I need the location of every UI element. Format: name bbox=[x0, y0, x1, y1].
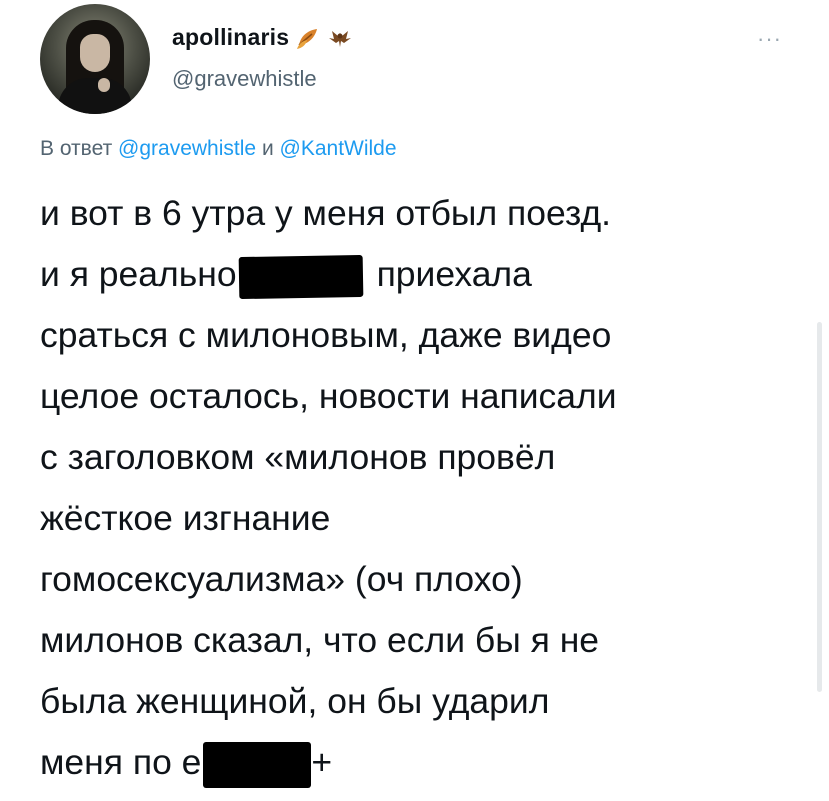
redaction-mark bbox=[238, 254, 363, 299]
tweet-line-10-start: меня по е bbox=[40, 742, 202, 782]
author-handle[interactable]: @gravewhistle bbox=[172, 66, 317, 92]
reply-mention-kantwilde[interactable]: @KantWilde bbox=[280, 137, 397, 160]
tweet-card: apollinaris @gravewhistle ··· В ответ @g… bbox=[0, 0, 829, 801]
reply-conjunction: и bbox=[261, 137, 274, 160]
scrollbar[interactable] bbox=[817, 322, 822, 692]
avatar-hand bbox=[98, 78, 110, 92]
autumn-leaf-icon bbox=[297, 28, 318, 49]
avatar[interactable] bbox=[40, 4, 150, 114]
tweet-line-10-end: + bbox=[311, 742, 333, 782]
bat-icon bbox=[329, 30, 352, 47]
display-name[interactable]: apollinaris bbox=[172, 24, 289, 51]
tweet-line-10: меня по е + bbox=[40, 732, 800, 793]
tweet-line-7: гомосексуализма» (оч плохо) bbox=[40, 559, 523, 599]
tweet-line-2-end: приехала bbox=[376, 254, 532, 294]
tweet-line-4: целое осталось, новости написали bbox=[40, 376, 617, 416]
tweet-line-3: сраться с милоновым, даже видео bbox=[40, 315, 612, 355]
author-name-row[interactable]: apollinaris bbox=[172, 24, 353, 51]
avatar-face bbox=[80, 34, 110, 72]
tweet-text: и вот в 6 утра у меня отбыл поезд. и я р… bbox=[40, 183, 800, 793]
tweet-line-1: и вот в 6 утра у меня отбыл поезд. bbox=[40, 193, 612, 233]
tweet-line-9: была женщиной, он бы ударил bbox=[40, 681, 550, 721]
tweet-line-2: и я реально приехала bbox=[40, 244, 800, 305]
reply-mention-gravewhistle[interactable]: @gravewhistle bbox=[118, 137, 256, 160]
reply-prefix: В ответ bbox=[40, 137, 113, 160]
tweet-line-5: с заголовком «милонов провёл bbox=[40, 437, 556, 477]
redaction-mark bbox=[203, 741, 312, 788]
tweet-line-2-start: и я реально bbox=[40, 254, 237, 294]
tweet-line-6: жёсткое изгнание bbox=[40, 498, 331, 538]
tweet-line-8: милонов сказал, что если бы я не bbox=[40, 620, 600, 660]
reply-context: В ответ @gravewhistle и @KantWilde bbox=[40, 137, 397, 161]
more-options-button[interactable]: ··· bbox=[757, 26, 782, 52]
